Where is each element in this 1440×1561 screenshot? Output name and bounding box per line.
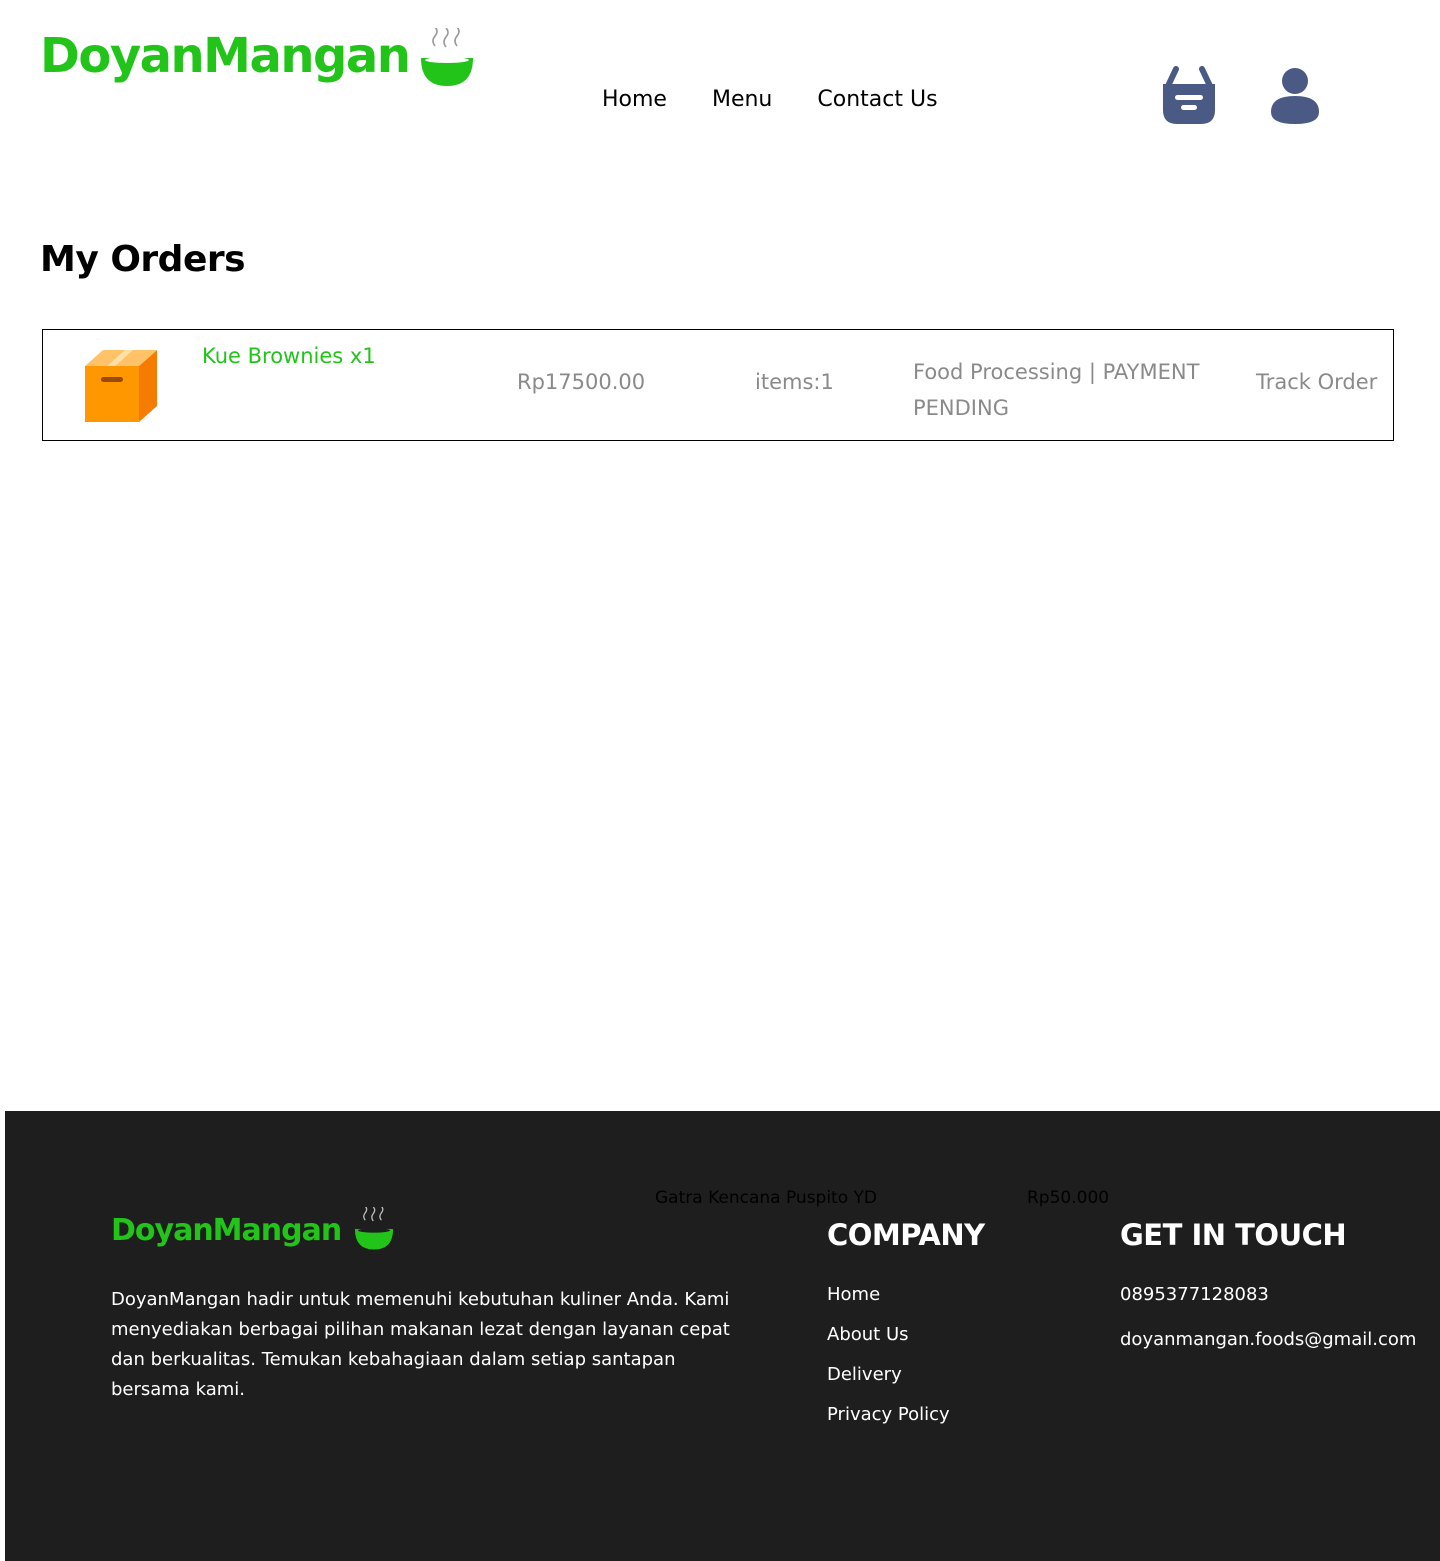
order-name: Kue Brownies x1 <box>202 344 376 368</box>
footer-link-home[interactable]: Home <box>827 1281 950 1321</box>
order-items-count: items:1 <box>755 370 834 394</box>
user-icon[interactable] <box>1268 66 1322 126</box>
contact-heading: GET IN TOUCH <box>1120 1218 1347 1252</box>
footer-description: DoyanMangan hadir untuk memenuhi kebutuh… <box>111 1289 730 1400</box>
nav-menu[interactable]: Menu <box>712 86 772 114</box>
footer-floating-price: Rp50.000 <box>1027 1188 1110 1208</box>
footer: Gatra Kencana Puspito YD Rp50.000 DoyanM… <box>5 1111 1440 1561</box>
order-card: Kue Brownies x1 Rp17500.00 items:1 Food … <box>42 329 1394 441</box>
contact-info: 0895377128083 doyanmangan.foods@gmail.co… <box>1120 1281 1416 1371</box>
nav-contact-us[interactable]: Contact Us <box>817 86 937 114</box>
company-links: Home About Us Delivery Privacy Policy <box>827 1281 950 1441</box>
footer-link-about-us[interactable]: About Us <box>827 1321 950 1361</box>
footer-link-delivery[interactable]: Delivery <box>827 1361 950 1401</box>
package-box-icon <box>85 350 157 422</box>
company-heading: COMPANY <box>827 1218 985 1252</box>
footer-floating-name: Gatra Kencana Puspito YD <box>655 1188 878 1208</box>
footer-logo[interactable]: DoyanMangan <box>111 1207 395 1251</box>
order-price: Rp17500.00 <box>517 370 646 394</box>
contact-email: doyanmangan.foods@gmail.com <box>1120 1329 1417 1350</box>
brand-logo[interactable]: DoyanMangan <box>40 24 475 88</box>
track-order-button[interactable]: Track Order <box>1256 368 1377 396</box>
nav-home[interactable]: Home <box>602 86 667 114</box>
order-status: Food Processing | PAYMENT PENDING <box>913 360 1200 420</box>
bowl-icon <box>355 1207 394 1250</box>
bowl-icon <box>421 28 474 86</box>
page-title: My Orders <box>40 239 246 280</box>
footer-link-privacy-policy[interactable]: Privacy Policy <box>827 1401 950 1441</box>
footer-brand-name: DoyanMangan <box>111 1213 342 1248</box>
contact-phone: 0895377128083 <box>1120 1284 1269 1305</box>
brand-name: DoyanMangan <box>40 28 411 84</box>
main-nav: Home Menu Contact Us <box>602 86 983 114</box>
cart-icon[interactable] <box>1160 66 1218 126</box>
